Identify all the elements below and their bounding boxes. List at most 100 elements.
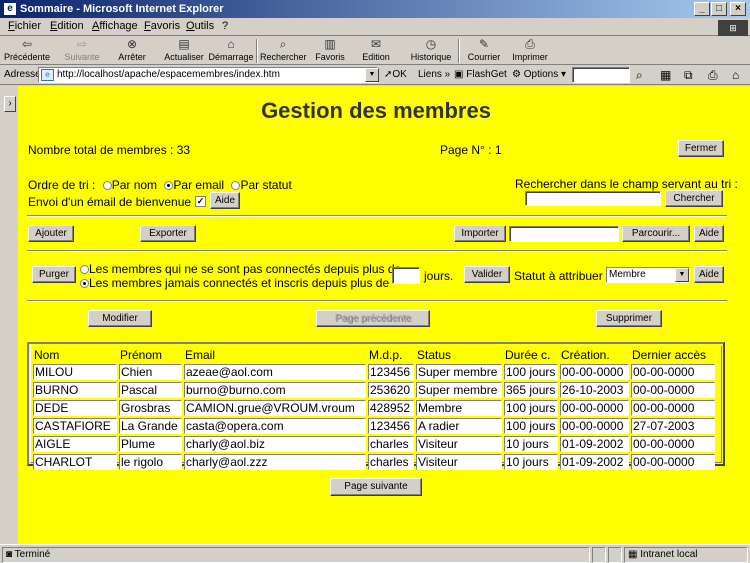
print-button[interactable]: ⎙ Imprimer <box>510 37 550 65</box>
close-button[interactable]: Fermer <box>678 140 724 157</box>
add-button[interactable]: Ajouter <box>28 225 74 242</box>
purge-button[interactable]: Purger <box>32 266 76 283</box>
toolbar-search-input[interactable] <box>572 67 630 83</box>
cell-dernier-acces: 00-00-0000 <box>631 454 715 470</box>
home-tool-icon[interactable]: ⌂ <box>732 68 739 82</box>
cell-email: charly@aol.biz <box>184 436 366 452</box>
printer-tool-icon[interactable]: ⎙ <box>708 68 718 83</box>
favorites-button[interactable]: ▥ Favoris <box>312 37 348 65</box>
menu-bar: Fichier Edition Affichage Favoris Outils… <box>0 18 750 36</box>
menu-help[interactable]: ? <box>222 20 228 32</box>
import-button[interactable]: Importer <box>454 225 506 242</box>
status-help-button[interactable]: Aide <box>694 266 724 283</box>
maximize-button[interactable]: □ <box>711 2 727 16</box>
column-header-creation[interactable]: Création. <box>560 348 629 362</box>
cell-mdp: 253620 <box>368 382 414 398</box>
stop-button[interactable]: ⊗ Arrêter <box>114 37 150 65</box>
browse-button[interactable]: Parcourir... <box>622 225 690 242</box>
flashget-button[interactable]: ▣ FlashGet <box>454 69 507 80</box>
toolbar-tool-icon[interactable]: ▦ <box>660 68 671 82</box>
close-window-button[interactable]: × <box>730 2 746 16</box>
column-header-dernier-acces[interactable]: Dernier accès <box>631 348 715 362</box>
windows-logo-icon: ⊞ <box>718 20 748 36</box>
cell-mdp: 123456 <box>368 364 414 380</box>
menu-outils[interactable]: Outils <box>186 20 214 32</box>
expand-pane-icon[interactable]: › <box>4 96 16 112</box>
column-header-prenom[interactable]: Prénom <box>119 348 182 362</box>
page-icon: e <box>41 69 54 81</box>
menu-edition[interactable]: Edition <box>50 20 84 32</box>
window-tool-icon[interactable]: ⧉ <box>684 68 693 83</box>
modify-button[interactable]: Modifier <box>88 310 152 327</box>
page-title: Gestion des membres <box>261 98 491 123</box>
menu-affichage[interactable]: Affichage <box>92 20 138 32</box>
purge-option-never: Les membres jamais connectés et inscris … <box>89 276 390 290</box>
page-content: Gestion des membres Nombre total de memb… <box>18 86 750 544</box>
purge-radio-never[interactable] <box>80 279 89 289</box>
menu-fichier[interactable]: Fichier <box>8 20 41 32</box>
cell-duree: 100 jours <box>504 400 558 416</box>
import-help-button[interactable]: Aide <box>694 225 724 242</box>
sort-row: Ordre de tri : Par nom Par email Par sta… <box>28 178 292 192</box>
toolbar-separator <box>256 39 258 63</box>
status-panel <box>592 547 606 563</box>
welcome-help-button[interactable]: Aide <box>210 192 240 209</box>
sort-radio-name[interactable] <box>102 181 112 191</box>
go-button[interactable]: ➚OK <box>384 69 407 80</box>
menu-favoris[interactable]: Favoris <box>144 20 180 32</box>
table-row[interactable]: BURNO Pascal burno@burno.com 253620 Super me… <box>33 382 715 398</box>
welcome-checkbox[interactable]: ✓ <box>195 196 206 207</box>
table-row[interactable]: AIGLE Plume charly@aol.biz charles Visiteur 1… <box>33 436 715 452</box>
table-row[interactable]: CASTAFIORE La Grande casta@opera.com 123456… <box>33 418 715 434</box>
column-header-mdp[interactable]: M.d.p. <box>368 348 414 362</box>
history-button[interactable]: ◷ Historique <box>408 37 454 65</box>
validate-button[interactable]: Valider <box>464 266 510 283</box>
links-button[interactable]: Liens » <box>418 69 450 80</box>
refresh-icon: ▤ <box>178 37 190 51</box>
page-number: Page N° : 1 <box>440 143 502 157</box>
import-file-input[interactable] <box>509 226 619 242</box>
table-row[interactable]: CHARLOT le rigolo charly@aol.zzz charles Vis… <box>33 454 715 470</box>
next-page-button[interactable]: Page suivante <box>330 478 422 496</box>
export-button[interactable]: Exporter <box>140 225 196 242</box>
column-header-email[interactable]: Email <box>184 348 366 362</box>
cell-status: Membre <box>416 400 502 416</box>
table-row[interactable]: DEDE Grosbras CAMION.grue@VROUM.vroum 42895… <box>33 400 715 416</box>
ie-app-icon[interactable]: e <box>3 2 17 16</box>
total-members: Nombre total de membres : 33 <box>28 143 191 157</box>
cell-duree: 365 jours <box>504 382 558 398</box>
mail-button[interactable]: ✎ Courrier <box>464 37 504 65</box>
column-header-nom[interactable]: Nom <box>33 348 117 362</box>
edit-button[interactable]: ✉ Edition <box>358 37 394 65</box>
table-header-row: Nom Prénom Email M.d.p. Status Durée c. … <box>33 348 715 362</box>
column-header-duree[interactable]: Durée c. <box>504 348 558 362</box>
purge-days-input[interactable] <box>392 267 420 284</box>
previous-page-button[interactable]: Page précédente <box>316 310 430 327</box>
home-button[interactable]: ⌂ Démarrage <box>208 37 254 65</box>
purge-radio-inactive[interactable] <box>80 265 89 275</box>
status-dropdown-icon[interactable]: ▼ <box>675 268 689 282</box>
refresh-button[interactable]: ▤ Actualiser <box>162 37 206 65</box>
address-bar: Adresse e http://localhost/apache/espacem… <box>0 65 750 85</box>
cell-email: charly@aol.zzz <box>184 454 366 470</box>
divider <box>27 215 727 217</box>
cell-dernier-acces: 00-00-0000 <box>631 400 715 416</box>
delete-button[interactable]: Supprimer <box>596 310 662 327</box>
address-input[interactable]: e http://localhost/apache/espacemembres/i… <box>38 67 378 83</box>
address-dropdown-icon[interactable]: ▼ <box>365 68 379 82</box>
cell-mdp: charles <box>368 436 414 452</box>
history-icon: ◷ <box>425 37 437 51</box>
column-header-status[interactable]: Status <box>416 348 502 362</box>
zoom-icon[interactable]: ⌕ <box>636 68 643 83</box>
options-icon: ⚙ <box>512 69 521 80</box>
forward-button[interactable]: ⇨ Suivante <box>60 37 104 65</box>
table-row[interactable]: MILOU Chien azeae@aol.com 123456 Super membr… <box>33 364 715 380</box>
search-input[interactable] <box>525 191 661 206</box>
options-button[interactable]: ⚙ Options ▾ <box>512 69 566 80</box>
back-button[interactable]: ⇦ Précédente <box>4 37 50 65</box>
cell-status: Visiteur <box>416 436 502 452</box>
search-button[interactable]: Chercher <box>665 190 723 207</box>
members-table: Nom Prénom Email M.d.p. Status Durée c. … <box>31 346 717 472</box>
minimize-button[interactable]: _ <box>694 2 710 16</box>
search-button[interactable]: ⌕ Rechercher <box>260 37 307 65</box>
